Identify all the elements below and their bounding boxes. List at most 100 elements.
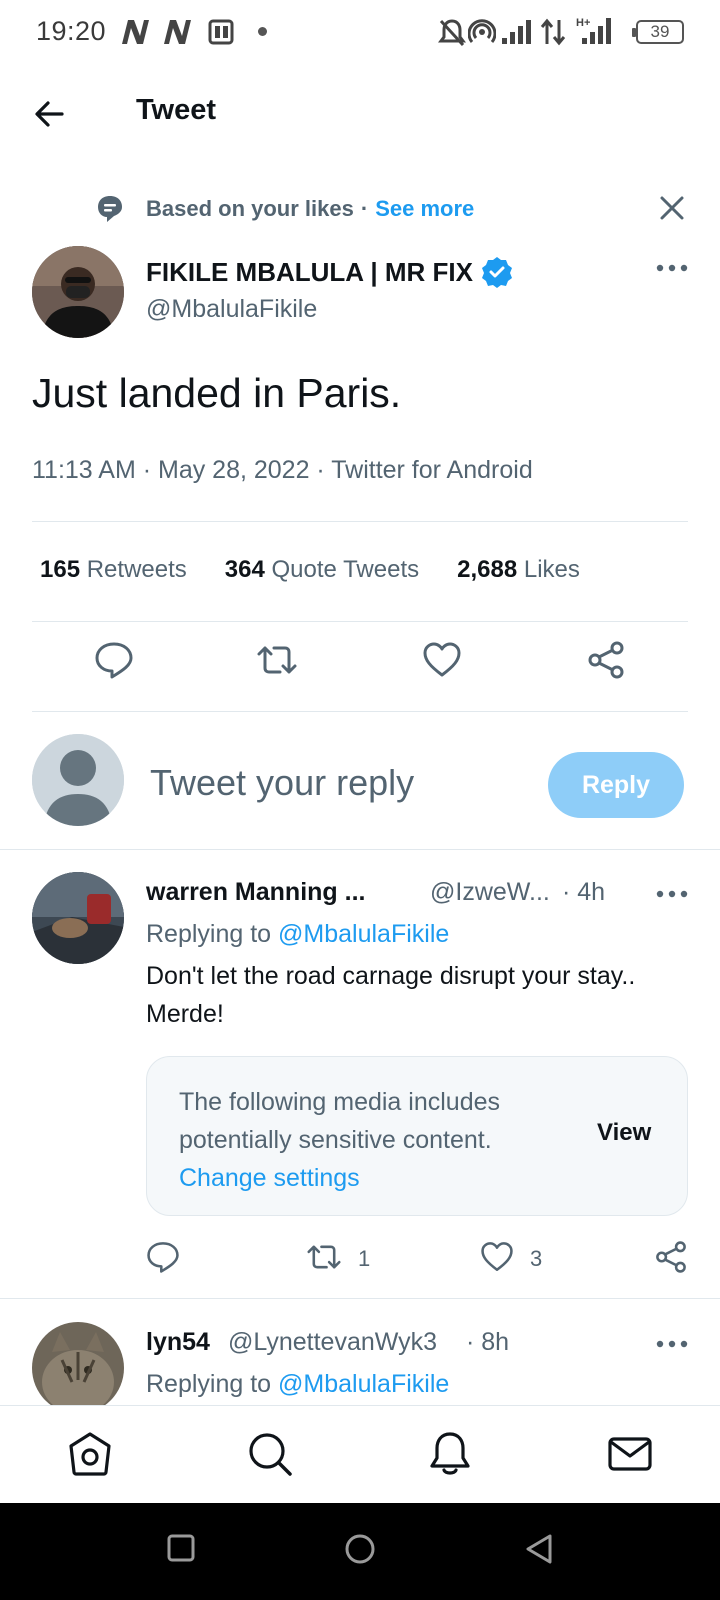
share-action-button[interactable]	[654, 1240, 688, 1274]
reply-author-name[interactable]: lyn54	[146, 1328, 210, 1357]
recents-button[interactable]	[166, 1533, 196, 1563]
tweet-stats: 165 Retweets 364 Quote Tweets 2,688 Like…	[40, 556, 580, 584]
replying-mention-link[interactable]: @MbalulaFikile	[278, 1370, 449, 1398]
more-dots-icon	[656, 264, 688, 272]
square-icon	[167, 1534, 195, 1562]
back-button[interactable]	[28, 92, 72, 136]
see-more-link[interactable]: See more	[375, 196, 474, 221]
circle-icon	[345, 1534, 375, 1564]
bottom-navigation	[0, 1405, 720, 1503]
change-settings-link[interactable]: Change settings	[179, 1164, 360, 1192]
author-name[interactable]: FIKILE MBALULA | MR FIX	[146, 256, 513, 288]
context-separator: ·	[360, 196, 369, 221]
author-avatar[interactable]	[32, 246, 124, 338]
reply-action-button[interactable]	[94, 640, 134, 680]
reply-actions: 1 3	[146, 1240, 688, 1280]
system-back-button[interactable]	[524, 1533, 554, 1565]
reply-avatar[interactable]	[32, 1322, 124, 1414]
envelope-icon	[608, 1437, 652, 1471]
quotes-label: Quote Tweets	[271, 556, 420, 583]
divider	[32, 521, 688, 522]
hotspot-icon	[468, 18, 496, 48]
notification-n-icon	[162, 18, 192, 46]
replying-to: Replying to @MbalulaFikile	[146, 1370, 449, 1399]
quotes-count: 364	[224, 556, 265, 583]
arrow-left-icon	[35, 101, 64, 127]
retweets-label: Retweets	[86, 556, 187, 583]
more-dots-icon	[656, 890, 688, 898]
dismiss-button[interactable]	[656, 192, 688, 224]
data-transfer-icon	[540, 18, 566, 46]
quote-tweets-stat[interactable]: 364 Quote Tweets	[225, 556, 419, 584]
status-time: 19:20	[36, 16, 107, 46]
home-icon	[69, 1432, 111, 1476]
heart-icon	[481, 1242, 513, 1272]
nav-home[interactable]	[66, 1430, 114, 1478]
view-media-button[interactable]: View	[597, 1119, 651, 1147]
like-action-button[interactable]	[480, 1240, 514, 1274]
reply-author-handle[interactable]: @IzweW...	[430, 878, 550, 907]
svg-text:H+: H+	[576, 17, 590, 29]
reply-author-name[interactable]: warren Manning ...	[146, 878, 365, 907]
tweet-text: Just landed in Paris.	[32, 370, 402, 416]
tweet-more-button[interactable]	[656, 262, 688, 274]
reply-more-button[interactable]	[656, 1338, 688, 1350]
replying-to: Replying to @MbalulaFikile	[146, 920, 449, 949]
sensitive-media-notice: The following media includes potentially…	[146, 1056, 688, 1216]
reply-author-handle[interactable]: @LynettevanWyk3	[228, 1328, 437, 1357]
context-label: Based on your likes	[146, 196, 354, 221]
reply-icon	[147, 1242, 179, 1273]
nav-messages[interactable]	[606, 1430, 654, 1478]
status-bar: 19:20 H+ 39	[0, 0, 720, 66]
divider	[32, 621, 688, 622]
sensitive-text: The following media includes potentially…	[179, 1088, 501, 1154]
bell-icon	[430, 1432, 470, 1475]
retweet-count: 1	[358, 1246, 371, 1271]
retweets-stat[interactable]: 165 Retweets	[40, 556, 187, 584]
battery-indicator: 39	[632, 20, 684, 44]
system-navigation-bar	[0, 1503, 720, 1600]
nav-notifications[interactable]	[426, 1430, 474, 1478]
share-icon	[588, 641, 624, 679]
divider	[32, 711, 688, 712]
reply-icon	[95, 642, 133, 679]
replying-prefix: Replying to	[146, 920, 272, 948]
default-user-icon	[32, 734, 124, 826]
reply-more-button[interactable]	[656, 888, 688, 900]
divider	[0, 849, 720, 850]
more-dots-icon	[656, 1340, 688, 1348]
reply-timestamp: · 8h	[466, 1328, 510, 1356]
speech-bubble-icon	[96, 194, 124, 224]
triangle-back-icon	[526, 1534, 552, 1564]
tweet-meta: 11:13 AM · May 28, 2022 · Twitter for An…	[32, 456, 533, 484]
silent-bell-icon	[438, 18, 466, 48]
divider	[0, 1298, 720, 1299]
replying-mention-link[interactable]: @MbalulaFikile	[278, 920, 449, 948]
reply-action-button[interactable]	[146, 1240, 180, 1274]
news-app-icon	[208, 18, 236, 46]
heart-icon	[423, 642, 461, 677]
reply-text: Don't let the road carnage disrupt your …	[146, 962, 636, 1028]
like-action-button[interactable]	[422, 640, 462, 680]
reply-input[interactable]: Tweet your reply	[150, 762, 414, 804]
retweet-icon	[307, 1245, 341, 1269]
author-handle[interactable]: @MbalulaFikile	[146, 295, 317, 324]
notification-n-icon	[120, 18, 150, 46]
close-icon	[660, 196, 684, 220]
nav-search[interactable]	[246, 1430, 294, 1478]
retweet-action-button[interactable]	[306, 1240, 342, 1274]
page-title: Tweet	[136, 94, 217, 126]
likes-stat[interactable]: 2,688 Likes	[457, 556, 580, 584]
reply-avatar[interactable]	[32, 872, 124, 964]
like-count: 3	[530, 1246, 543, 1271]
home-button[interactable]	[344, 1533, 376, 1565]
more-notifications-dot	[258, 27, 267, 36]
tweet-actions	[0, 640, 720, 690]
reply-button[interactable]: Reply	[548, 752, 684, 818]
share-action-button[interactable]	[586, 640, 626, 680]
reply-header: lyn54 @LynettevanWyk3 · 8h	[146, 1328, 688, 1358]
retweets-count: 165	[40, 556, 81, 583]
retweet-action-button[interactable]	[256, 640, 298, 680]
share-icon	[656, 1241, 686, 1273]
recommendation-context: Based on your likes · See more	[146, 196, 474, 222]
